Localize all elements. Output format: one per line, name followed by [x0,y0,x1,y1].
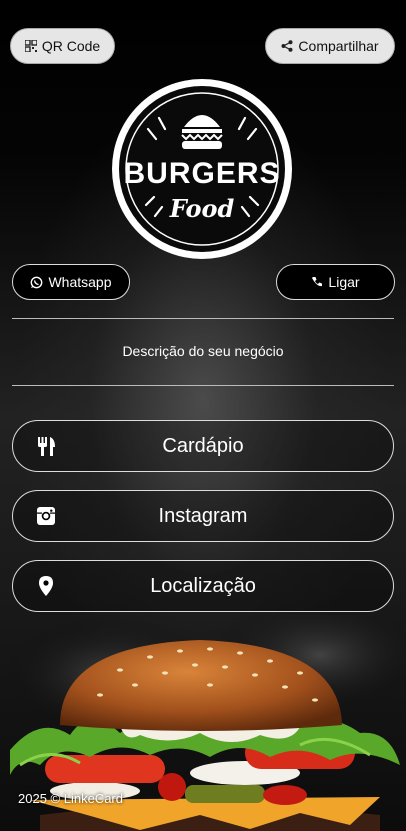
qr-code-label: QR Code [41,38,101,54]
link-button-localizacao[interactable]: Localização [12,560,394,612]
instagram-icon [37,507,55,525]
logo-title: BURGERS [123,157,280,190]
qr-code-icon [24,40,37,52]
phone-icon [312,277,323,287]
map-pin-icon [39,576,53,596]
burgers-food-logo: BURGERS Food [110,77,294,261]
whatsapp-button[interactable]: Whatsapp [12,264,130,300]
link-label-instagram: Instagram [158,504,248,527]
call-button[interactable]: Ligar [276,264,395,300]
whatsapp-icon [31,276,43,288]
utensils-icon [38,437,55,456]
link-label-localizacao: Localização [150,574,256,597]
divider-top [12,318,394,319]
call-label: Ligar [328,274,360,290]
share-icon [281,40,293,52]
divider-bottom [12,385,394,386]
whatsapp-label: Whatsapp [48,274,112,290]
link-button-instagram[interactable]: Instagram [12,490,394,542]
footer-copyright: 2025 © LinkeCard [18,791,123,806]
qr-code-button[interactable]: QR Code [10,28,115,64]
business-description: Descrição do seu negócio [122,343,284,359]
link-label-cardapio: Cardápio [162,434,244,457]
link-button-cardapio[interactable]: Cardápio [12,420,394,472]
share-label: Compartilhar [298,38,379,54]
share-button[interactable]: Compartilhar [265,28,395,64]
logo-subtitle: Food [169,194,235,223]
